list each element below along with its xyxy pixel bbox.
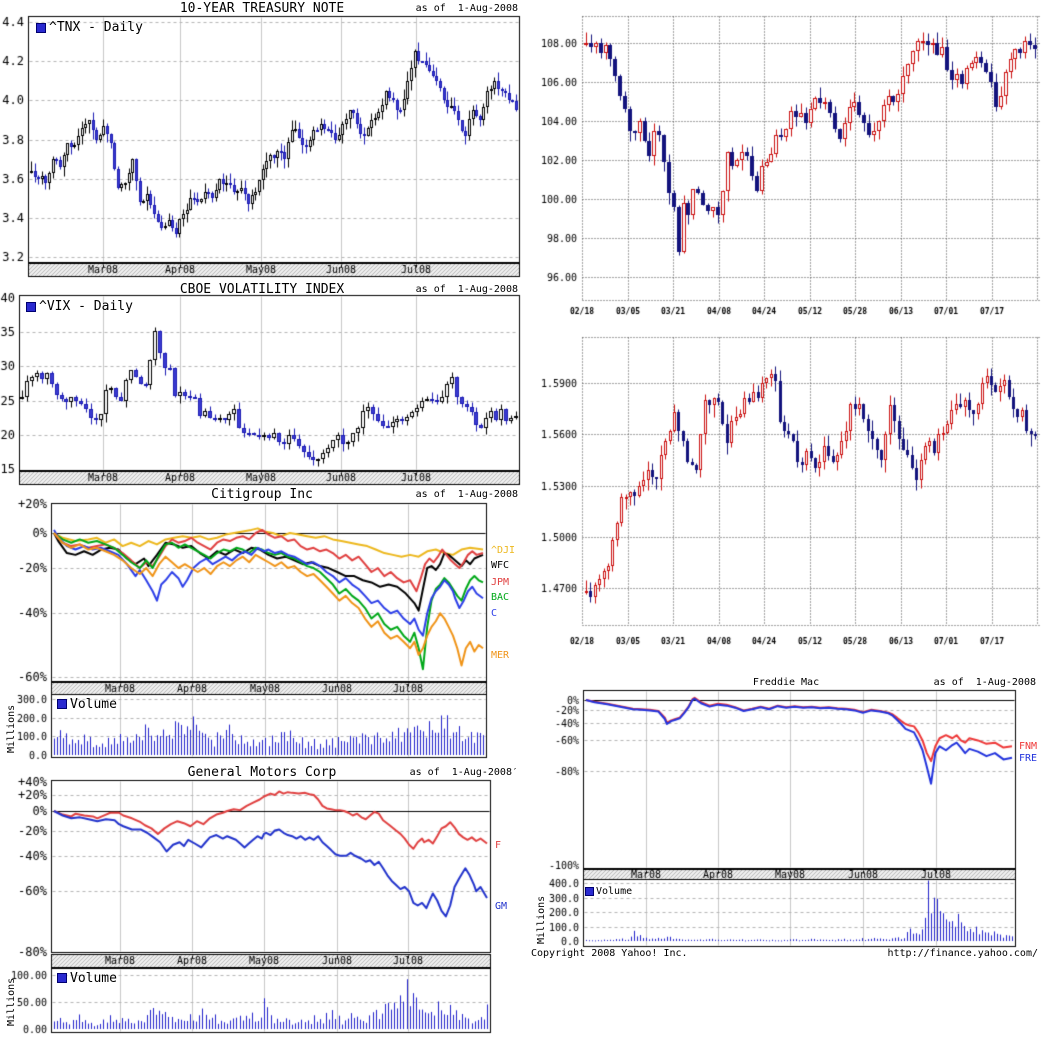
series-label-c: C (491, 608, 497, 619)
chart-legend: ^VIX - Daily (39, 299, 133, 314)
freddie-mac-comparison-chart: Freddie Mac as of 1-Aug-2008 FNM FRE Vol… (530, 672, 1060, 957)
chart-asof: as of 1-Aug-2008 (934, 677, 1036, 688)
series-label-dji: ^DJI (491, 545, 515, 556)
volume-axis-label: Millions (6, 705, 17, 753)
volume-axis-label: Millions (6, 978, 17, 1026)
footer: Copyright 2008 Yahoo! Inc. http://financ… (530, 940, 1060, 970)
legend-swatch-icon (57, 699, 67, 709)
volume-legend: Volume (70, 697, 117, 712)
chart-asof: as of 1-Aug-2008 (416, 284, 518, 295)
volume-legend: Volume (70, 971, 117, 986)
legend-swatch-icon (585, 887, 594, 896)
legend-swatch-icon (36, 23, 46, 33)
chart-asof: as of 1-Aug-2008 (416, 489, 518, 500)
finance-charts-collage: 10-YEAR TREASURY NOTE as of 1-Aug-2008 ^… (0, 0, 1060, 1039)
copyright-text: Copyright 2008 Yahoo! Inc. (531, 948, 688, 959)
chart-asof: as of 1-Aug-2008 (416, 3, 518, 14)
series-label-mer: MER (491, 650, 509, 661)
chart-asof: as of 1-Aug-2008′ (410, 767, 518, 778)
chart-legend: ^TNX - Daily (49, 20, 143, 35)
volume-axis-label: Millions (536, 896, 547, 944)
treasury-note-chart: 10-YEAR TREASURY NOTE as of 1-Aug-2008 ^… (0, 0, 530, 278)
citigroup-comparison-chart: Citigroup Inc as of 1-Aug-2008 ^DJI WFC … (0, 486, 530, 762)
series-label-bac: BAC (491, 592, 509, 603)
bond-future-chart (530, 0, 1060, 325)
series-label-fre: FRE (1019, 753, 1037, 764)
legend-swatch-icon (57, 973, 67, 983)
legend-swatch-icon (26, 302, 36, 312)
series-label-jpm: JPM (491, 577, 509, 588)
eurusd-chart (530, 330, 1060, 650)
vix-chart: CBOE VOLATILITY INDEX as of 1-Aug-2008 ^… (0, 278, 530, 486)
volume-legend: Volume (596, 886, 632, 897)
gm-comparison-chart: General Motors Corp as of 1-Aug-2008′ F … (0, 762, 530, 1039)
series-label-gm: GM (495, 901, 507, 912)
chart-title: Freddie Mac (583, 677, 989, 688)
series-label-fnm: FNM (1019, 741, 1037, 752)
source-url: http://finance.yahoo.com/ (887, 948, 1038, 959)
series-label-f: F (495, 840, 501, 851)
series-label-wfc: WFC (491, 560, 509, 571)
